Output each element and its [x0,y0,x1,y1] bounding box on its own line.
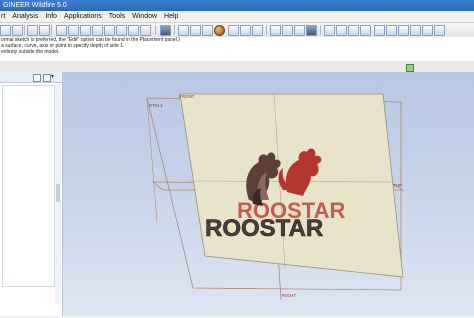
toolbar-separator [51,25,52,35]
chevron-down-icon[interactable]: ▾ [51,73,54,80]
toolbar-separator [155,25,156,35]
refit-icon[interactable] [178,25,189,36]
model-tree-panel: ▾ [0,72,63,316]
datum-points-icon[interactable] [348,25,359,36]
zoom-out-icon[interactable] [202,25,213,36]
main-toolbar [0,23,474,38]
find-icon[interactable] [116,25,127,36]
paste-icon[interactable] [80,25,91,36]
toolbar-separator [266,25,267,35]
appearance-icon[interactable] [214,25,225,36]
paste-special-icon[interactable] [92,25,103,36]
scrollbar-thumb[interactable] [56,184,60,202]
redo-icon[interactable] [39,25,50,36]
toolbar-separator [24,25,25,35]
menu-bar: rt Analysis Info Applications Tools Wind… [0,11,474,23]
cut-icon[interactable] [56,25,67,36]
datum-axes-icon[interactable] [336,25,347,36]
datum-planes-icon[interactable] [324,25,335,36]
window-title: GINEER Wildfire 5.0 [3,2,67,9]
menu-item-insert[interactable]: rt [1,13,5,20]
datum-plane-edge [146,97,158,223]
datum-label-right: RIGHT [282,293,296,298]
model-tree-header: ▾ [0,72,62,83]
annotation-icon[interactable] [374,25,385,36]
menu-item-analysis[interactable]: Analysis [12,13,38,20]
sketch-icon[interactable] [422,25,433,36]
orient-icon[interactable] [228,25,239,36]
open-icon[interactable] [12,25,23,36]
layers-icon[interactable] [252,25,263,36]
undo-icon[interactable] [27,25,38,36]
toolbar-separator [320,25,321,35]
wireframe-icon[interactable] [270,25,281,36]
model-tree-icon[interactable] [398,25,409,36]
measure-icon[interactable] [434,25,445,36]
datum-label-front: FRONT [179,94,195,99]
datum-label-dtm: DTM 1 [149,103,163,108]
graphics-window[interactable]: FRONT DTM 1 TOP RIGHT ROOSTAR ROOSTAR [63,72,474,316]
vertical-scrollbar[interactable] [55,84,61,304]
menu-item-applications[interactable]: Applications [64,13,102,20]
tree-settings-icon[interactable] [33,74,41,82]
copy-icon[interactable] [68,25,79,36]
menu-item-help[interactable]: Help [164,13,178,20]
new-icon[interactable] [0,25,11,36]
repaint-icon[interactable] [160,25,171,36]
grid-icon[interactable] [410,25,421,36]
window-title-bar: GINEER Wildfire 5.0 [0,0,474,11]
shading-icon[interactable] [306,25,317,36]
hidden-line-icon[interactable] [282,25,293,36]
logo-text-extrude: ROOSTAR [205,215,323,242]
select-icon[interactable] [128,25,139,36]
zoom-in-icon[interactable] [190,25,201,36]
saved-views-icon[interactable] [240,25,251,36]
message-line: entirely outside the model. [1,49,60,55]
model-tree-list[interactable] [2,85,55,287]
toolbar-separator [174,25,175,35]
window-icon[interactable] [140,25,151,36]
model-view: FRONT DTM 1 TOP RIGHT ROOSTAR ROOSTAR [146,93,405,301]
no-hidden-icon[interactable] [294,25,305,36]
menu-item-window[interactable]: Window [132,13,157,20]
csys-icon[interactable] [360,25,371,36]
status-flag-icon[interactable] [406,64,414,72]
datum-label-top: TOP [393,183,402,188]
tree-filter-icon[interactable] [43,74,51,82]
menu-item-tools[interactable]: Tools [109,13,125,20]
menu-item-info[interactable]: Info [45,13,57,20]
spin-center-icon[interactable] [386,25,397,36]
regenerate-icon[interactable] [104,25,115,36]
message-area: ormal sketch is preferred, the "Edit" op… [0,37,474,61]
